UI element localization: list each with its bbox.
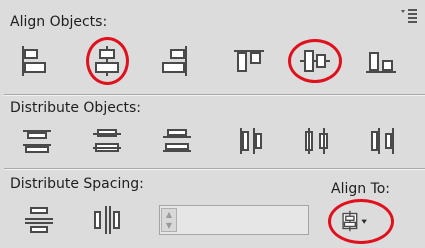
distribute-right-button[interactable] — [366, 124, 400, 158]
distribute-spacing-title: Distribute Spacing: — [10, 176, 144, 192]
align-right-edges-button[interactable] — [158, 44, 192, 78]
align-bottom-edges-icon — [366, 52, 396, 73]
align-to-dropdown[interactable] — [339, 204, 389, 238]
distribute-vertical-centers-button[interactable] — [90, 124, 124, 158]
panel-menu-icon[interactable] — [401, 8, 417, 23]
distribute-bottom-button[interactable] — [160, 124, 194, 158]
stepper-up-icon[interactable]: ▲ — [162, 209, 176, 220]
distribute-horizontal-centers-button[interactable] — [300, 124, 334, 158]
distribute-horizontal-centers-icon — [305, 128, 328, 154]
spacing-stepper[interactable]: ▲ ▼ — [161, 208, 177, 232]
stepper-down-icon[interactable]: ▼ — [162, 220, 176, 231]
align-vertical-centers-button[interactable] — [298, 44, 332, 78]
align-objects-title: Align Objects: — [10, 14, 108, 30]
distribute-left-button[interactable] — [234, 124, 268, 158]
distribute-bottom-icon — [163, 129, 191, 152]
vertical-distribute-space-button[interactable] — [22, 203, 56, 237]
horizontal-distribute-space-icon — [94, 206, 120, 234]
align-to-key-object-icon — [342, 210, 367, 232]
align-left-edges-icon — [22, 46, 46, 76]
dropdown-arrow-icon — [361, 219, 367, 224]
distribute-top-button[interactable] — [20, 124, 54, 158]
align-horizontal-centers-button[interactable] — [90, 44, 124, 78]
distribute-right-icon — [371, 128, 394, 154]
align-panel: Align Objects: Distribute Objects: Distr… — [0, 0, 425, 248]
align-horizontal-centers-icon — [95, 46, 119, 76]
align-vertical-centers-icon — [300, 50, 330, 72]
distribute-left-icon — [240, 128, 262, 154]
vertical-distribute-space-icon — [25, 207, 53, 233]
align-left-edges-button[interactable] — [16, 44, 50, 78]
align-to-label: Align To: — [331, 181, 391, 197]
spacing-value-field[interactable] — [159, 205, 309, 235]
align-bottom-edges-button[interactable] — [364, 44, 398, 78]
align-top-edges-button[interactable] — [232, 44, 266, 78]
horizontal-distribute-space-button[interactable] — [90, 203, 124, 237]
align-top-edges-icon — [234, 50, 264, 72]
align-right-edges-icon — [162, 46, 187, 76]
distribute-vertical-centers-icon — [93, 129, 121, 152]
distribute-objects-title: Distribute Objects: — [10, 100, 142, 116]
distribute-top-icon — [23, 130, 51, 153]
